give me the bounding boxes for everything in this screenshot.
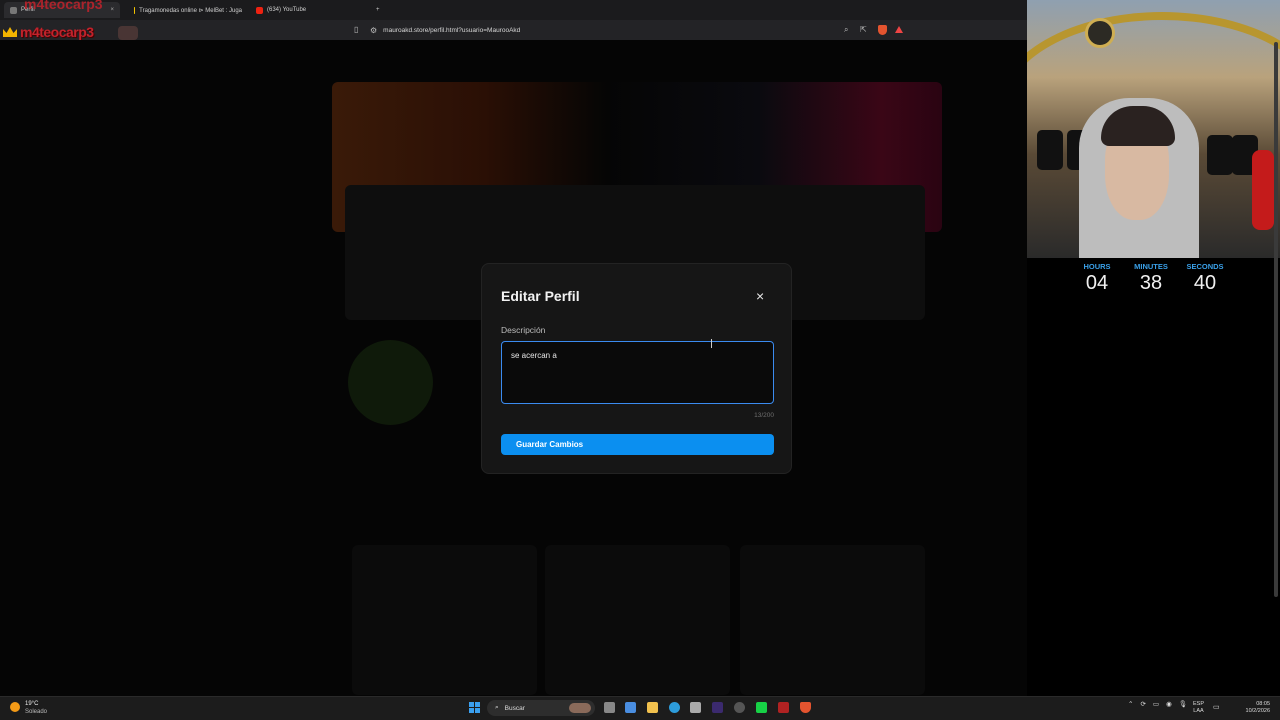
text-cursor-icon [711, 339, 713, 348]
sun-icon[interactable] [10, 702, 20, 712]
language-indicator[interactable]: ESP LAA [1193, 701, 1204, 715]
description-field[interactable] [501, 341, 774, 404]
tab-close-icon[interactable]: × [110, 7, 114, 13]
sync-icon[interactable]: ⟳ [1140, 700, 1145, 708]
youtube-icon [256, 6, 263, 14]
close-icon[interactable]: × [756, 288, 764, 304]
brave-shield-icon[interactable] [878, 25, 887, 35]
stadium-seat [1207, 135, 1233, 175]
language-code: ESP [1193, 701, 1205, 707]
url-field[interactable]: ⚙ mauroakd.store/perfil.html?usuario=Mau… [370, 24, 910, 36]
taskbar [0, 696, 1280, 720]
character-counter: 13/200 [754, 412, 774, 419]
start-button[interactable] [469, 702, 480, 713]
keyboard-layout: LAA [1193, 708, 1204, 714]
streamer-name-overlay-top: m4teocarp3 [24, 0, 103, 12]
edit-profile-modal: Editar Perfil × Descripción 13/200 Guard… [481, 263, 792, 474]
stat-card [352, 545, 537, 695]
save-changes-button[interactable]: Guardar Cambios [501, 434, 774, 455]
app-tray-icon[interactable]: ◉ [1166, 700, 1172, 708]
file-explorer-icon[interactable] [647, 702, 658, 713]
notepad-icon[interactable] [690, 702, 701, 713]
melbet-icon [134, 6, 136, 14]
hours-value: 04 [1085, 272, 1109, 294]
webcam-feed [1027, 0, 1280, 258]
brave-rewards-icon[interactable] [895, 26, 903, 33]
system-clock[interactable]: 08:05 10/2/2026 [1226, 701, 1270, 715]
tab-label: Tragamonedas online ⊳ MelBet : Juga [139, 7, 242, 14]
weather-temperature[interactable]: 19°C [25, 701, 38, 707]
minutes-value: 38 [1139, 272, 1163, 294]
description-label: Descripción [501, 325, 546, 335]
new-tab-button[interactable]: + [370, 2, 386, 18]
site-info-icon[interactable]: ⚙ [370, 26, 377, 35]
chevron-up-icon[interactable]: ⌃ [1128, 700, 1133, 708]
task-view-icon[interactable] [604, 702, 615, 713]
tab-youtube[interactable]: (634) YouTube [250, 2, 370, 18]
mic-icon[interactable]: 🎙 [1179, 700, 1187, 708]
app-icon-red[interactable] [778, 702, 789, 713]
taskbar-search[interactable]: ⌕ Buscar [487, 700, 595, 716]
network-icon[interactable]: ▭ [1153, 700, 1159, 708]
hours-label: HOURS [1083, 262, 1111, 271]
seconds-value: 40 [1193, 272, 1217, 294]
url-text: mauroakd.store/perfil.html?usuario=Mauro… [383, 26, 521, 34]
stadium-seat [1037, 130, 1063, 170]
globe-icon [10, 6, 17, 14]
stat-card [740, 545, 925, 695]
weather-description[interactable]: Soleado [25, 709, 47, 715]
search-highlight-image [569, 703, 591, 713]
tab-label: (634) YouTube [267, 7, 307, 13]
clock-date: 10/2/2026 [1245, 708, 1270, 714]
countdown-timer: HOURS 04 MINUTES 38 SECONDS 40 [1077, 262, 1237, 302]
settings-icon[interactable] [734, 702, 745, 713]
widgets-icon[interactable] [625, 702, 636, 713]
edge-icon[interactable] [669, 702, 680, 713]
club-emblem-icon [1085, 18, 1115, 48]
monitor-icon[interactable]: ▭ [1213, 703, 1220, 711]
page-scrollbar[interactable] [1274, 42, 1278, 597]
timer-seconds: SECONDS 40 [1185, 262, 1225, 302]
app-icon[interactable] [712, 702, 723, 713]
tab-melbet[interactable]: Tragamonedas online ⊳ MelBet : Juga [128, 2, 248, 18]
search-icon: ⌕ [495, 704, 499, 711]
overlay-avatar [118, 26, 138, 40]
bookmark-icon[interactable]: ▯ [354, 25, 358, 34]
stat-card [545, 545, 730, 695]
minutes-label: MINUTES [1134, 262, 1168, 271]
clock-time: 08:05 [1256, 701, 1270, 707]
zoom-icon[interactable]: ⌕ [844, 25, 848, 35]
timer-minutes: MINUTES 38 [1131, 262, 1171, 302]
system-tray: ⌃ ⟳ ▭ ◉ 🎙 [1128, 700, 1187, 708]
seconds-label: SECONDS [1186, 262, 1224, 271]
microphone [1252, 150, 1274, 230]
plus-icon: + [376, 7, 380, 13]
modal-title: Editar Perfil [501, 288, 580, 304]
timer-hours: HOURS 04 [1077, 262, 1117, 302]
avatar [348, 340, 433, 425]
search-placeholder: Buscar [504, 704, 525, 712]
brave-browser-icon[interactable] [800, 702, 811, 713]
share-icon[interactable]: ⇱ [860, 25, 867, 34]
streamer-name-overlay: m4teocarp3 [20, 24, 94, 40]
kick-icon[interactable] [756, 702, 767, 713]
